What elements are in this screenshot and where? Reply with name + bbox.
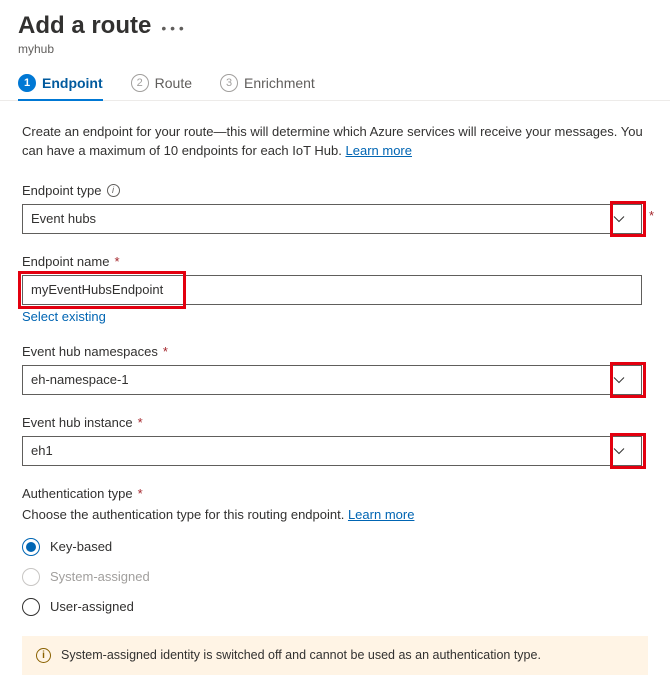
radio-icon xyxy=(22,598,40,616)
intro-message: Create an endpoint for your route—this w… xyxy=(22,124,643,158)
auth-radio-group: Key-based System-assigned User-assigned xyxy=(22,538,652,616)
select-value: eh1 xyxy=(31,443,53,458)
field-auth-type: Authentication type * Choose the authent… xyxy=(22,486,652,616)
endpoint-name-input[interactable] xyxy=(22,275,642,305)
radio-label: Key-based xyxy=(50,539,112,554)
tab-label: Route xyxy=(155,75,192,91)
chevron-down-icon xyxy=(605,366,633,394)
required-marker: * xyxy=(114,254,119,269)
tab-route[interactable]: 2 Route xyxy=(131,74,192,100)
radio-key-based[interactable]: Key-based xyxy=(22,538,652,556)
tab-number: 1 xyxy=(18,74,36,92)
endpoint-type-select[interactable]: Event hubs xyxy=(22,204,642,234)
chevron-down-icon xyxy=(605,205,633,233)
required-marker: * xyxy=(138,486,143,501)
info-icon[interactable]: i xyxy=(107,184,120,197)
field-endpoint-name: Endpoint name * Select existing xyxy=(22,254,652,324)
required-marker: * xyxy=(163,344,168,359)
instance-select[interactable]: eh1 xyxy=(22,436,642,466)
tab-number: 3 xyxy=(220,74,238,92)
tab-endpoint[interactable]: 1 Endpoint xyxy=(18,74,103,100)
radio-icon xyxy=(22,538,40,556)
radio-system-assigned: System-assigned xyxy=(22,568,652,586)
auth-description: Choose the authentication type for this … xyxy=(22,507,652,522)
info-banner: i System-assigned identity is switched o… xyxy=(22,636,648,675)
learn-more-link[interactable]: Learn more xyxy=(348,507,414,522)
more-icon[interactable]: • • • xyxy=(161,17,183,35)
select-existing-link[interactable]: Select existing xyxy=(22,309,652,324)
field-endpoint-type: Endpoint type i Event hubs * xyxy=(22,183,652,234)
form-body: Create an endpoint for your route—this w… xyxy=(0,101,670,689)
namespace-select[interactable]: eh-namespace-1 xyxy=(22,365,642,395)
field-event-hub-instance: Event hub instance * eh1 xyxy=(22,415,652,466)
tab-label: Endpoint xyxy=(42,75,103,91)
info-icon: i xyxy=(36,648,51,663)
tab-number: 2 xyxy=(131,74,149,92)
radio-icon xyxy=(22,568,40,586)
field-label: Authentication type xyxy=(22,486,133,501)
page-header: Add a route • • • myhub xyxy=(0,0,670,60)
radio-user-assigned[interactable]: User-assigned xyxy=(22,598,652,616)
intro-text: Create an endpoint for your route—this w… xyxy=(22,123,652,161)
field-label: Endpoint type xyxy=(22,183,102,198)
select-value: Event hubs xyxy=(31,211,96,226)
learn-more-link[interactable]: Learn more xyxy=(346,143,412,158)
tab-label: Enrichment xyxy=(244,75,315,91)
required-marker: * xyxy=(138,415,143,430)
required-marker: * xyxy=(649,208,654,223)
tab-enrichment[interactable]: 3 Enrichment xyxy=(220,74,315,100)
wizard-tabs: 1 Endpoint 2 Route 3 Enrichment xyxy=(0,60,670,101)
field-label: Endpoint name xyxy=(22,254,109,269)
field-label: Event hub namespaces xyxy=(22,344,158,359)
resource-name: myhub xyxy=(18,42,652,56)
select-value: eh-namespace-1 xyxy=(31,372,129,387)
radio-label: System-assigned xyxy=(50,569,150,584)
field-event-hub-namespace: Event hub namespaces * eh-namespace-1 xyxy=(22,344,652,395)
radio-label: User-assigned xyxy=(50,599,134,614)
page-title: Add a route xyxy=(18,12,151,40)
chevron-down-icon xyxy=(605,437,633,465)
field-label: Event hub instance xyxy=(22,415,133,430)
banner-text: System-assigned identity is switched off… xyxy=(61,648,541,662)
